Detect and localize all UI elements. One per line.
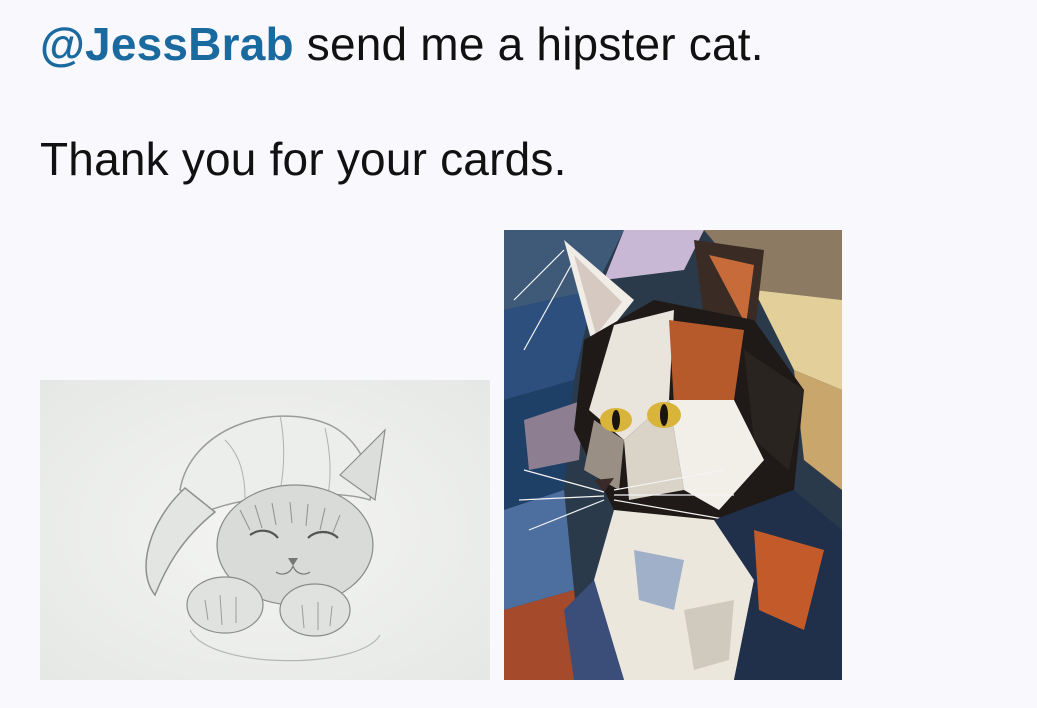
mosaic-painting	[504, 230, 842, 680]
post-line-request: @JessBrab send me a hipster cat.	[40, 16, 764, 72]
sketch-drawing	[40, 380, 490, 680]
post: @JessBrab send me a hipster cat. Thank y…	[0, 0, 1037, 708]
image-mosaic-calico-cat[interactable]	[504, 230, 842, 680]
mention-link[interactable]: @JessBrab	[40, 18, 294, 70]
post-text-request: send me a hipster cat.	[293, 18, 764, 70]
post-text-thanks: Thank you for your cards.	[40, 133, 567, 185]
image-pencil-sketch-kitten[interactable]	[40, 380, 490, 680]
